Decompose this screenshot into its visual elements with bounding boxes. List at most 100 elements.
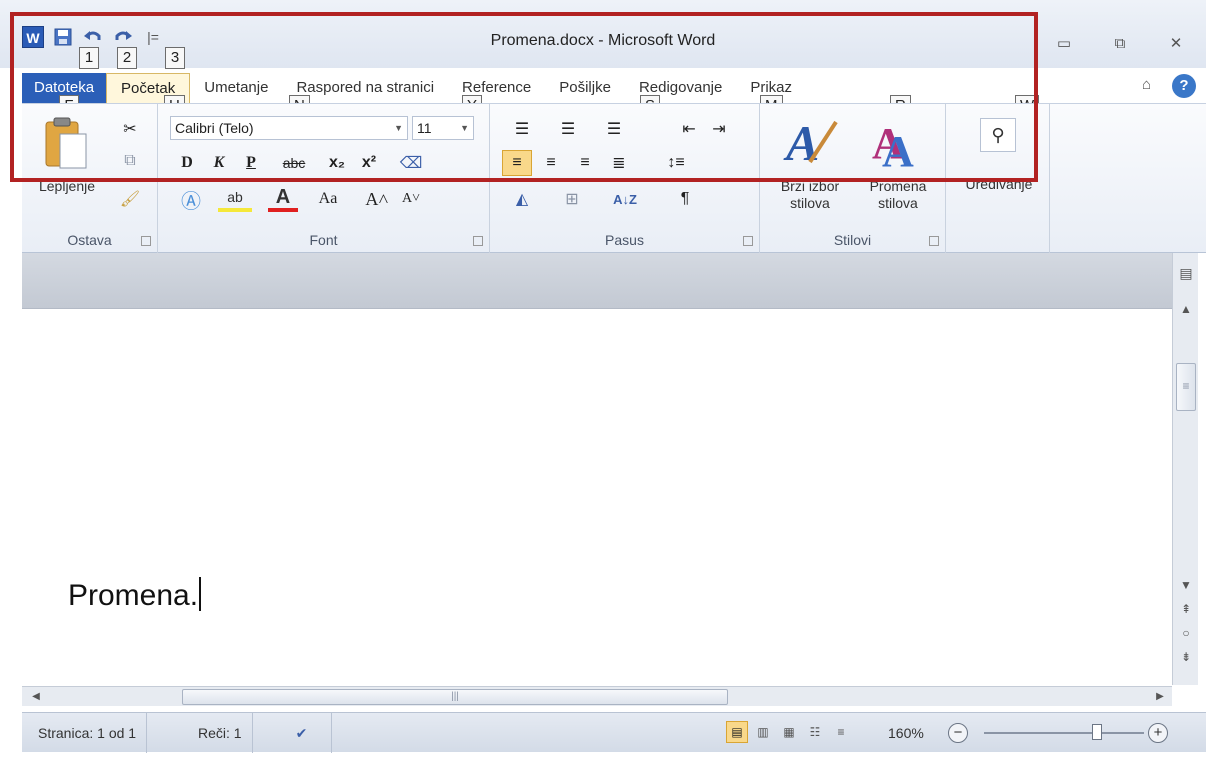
- page-count[interactable]: Stranica: 1 od 1: [28, 713, 148, 753]
- change-styles-label: Promena stilova: [869, 178, 927, 211]
- change-styles-button[interactable]: A A Promena stilova: [856, 110, 940, 222]
- vertical-scroll-thumb[interactable]: ≡: [1176, 363, 1196, 411]
- paste-icon: [45, 117, 87, 169]
- group-label-paragraph: Pasus: [605, 232, 644, 248]
- paste-label: Lepljenje: [38, 178, 96, 194]
- copy-icon[interactable]: ⧉: [118, 148, 142, 174]
- show-formatting-button[interactable]: ¶: [670, 186, 700, 212]
- group-styles: A Brzi izbor stilova A A Promena stilova…: [760, 104, 946, 254]
- horizontal-scroll-thumb[interactable]: |||: [182, 689, 728, 705]
- svg-text:A: A: [783, 115, 819, 171]
- scroll-right-icon[interactable]: ▶: [1150, 687, 1170, 707]
- full-screen-reading-view-icon[interactable]: ▥: [752, 721, 774, 743]
- minimize-button[interactable]: ▭: [1044, 32, 1084, 56]
- shading-icon[interactable]: ◭: [502, 186, 542, 212]
- align-center-button[interactable]: ≡: [536, 150, 566, 176]
- editing-label: Uređivanje: [965, 176, 1033, 192]
- scroll-down-icon[interactable]: ▼: [1173, 573, 1199, 597]
- close-button[interactable]: ✕: [1156, 32, 1196, 56]
- group-editing: ⚲ Uređivanje: [946, 104, 1050, 254]
- group-font: Calibri (Telo) ▼ 11 ▼ D K P abc x₂ x² ⌫ …: [158, 104, 490, 254]
- font-launcher-icon[interactable]: [473, 236, 483, 246]
- borders-icon[interactable]: ⊞: [552, 186, 592, 212]
- underline-button[interactable]: P: [238, 150, 264, 176]
- subscript-button[interactable]: x₂: [322, 150, 352, 176]
- numbering-icon[interactable]: ☰: [548, 116, 588, 142]
- change-styles-icon: A A: [872, 119, 914, 172]
- document-text[interactable]: Promena.: [68, 577, 202, 613]
- status-bar: Stranica: 1 od 1 Reči: 1 ✔ ▤ ▥ ▦ ☷ ≡ 160…: [22, 712, 1206, 753]
- view-ruler-icon[interactable]: ▤: [1173, 261, 1199, 285]
- line-spacing-icon[interactable]: ↕≡: [658, 150, 694, 176]
- paragraph-launcher-icon[interactable]: [743, 236, 753, 246]
- find-icon: ⚲: [980, 118, 1016, 152]
- quick-styles-button[interactable]: A Brzi izbor stilova: [766, 110, 854, 222]
- bullets-icon[interactable]: ☰: [502, 116, 542, 142]
- sort-icon[interactable]: A↓Z: [610, 186, 640, 212]
- quick-styles-label: Brzi izbor stilova: [780, 178, 840, 211]
- quick-styles-icon: A: [783, 115, 838, 171]
- italic-button[interactable]: K: [206, 150, 232, 176]
- decrease-indent-icon[interactable]: ⇤: [674, 116, 704, 142]
- previous-page-icon[interactable]: ⇞: [1173, 597, 1199, 621]
- group-label-clipboard: Ostava: [67, 232, 112, 248]
- styles-launcher-icon[interactable]: [929, 236, 939, 246]
- increase-indent-icon[interactable]: ⇥: [704, 116, 734, 142]
- clipboard-launcher-icon[interactable]: [141, 236, 151, 246]
- tab-insert[interactable]: Umetanje: [190, 73, 282, 103]
- group-clipboard: Lepljenje ✂ ⧉ 🖌 Ostava: [22, 104, 158, 254]
- zoom-slider[interactable]: [984, 724, 1144, 740]
- tab-mailings[interactable]: Pošiljke: [545, 73, 625, 103]
- text-effects-icon[interactable]: Ⓐ: [174, 186, 208, 213]
- superscript-button[interactable]: x²: [354, 150, 384, 176]
- strikethrough-button[interactable]: abc: [272, 150, 316, 176]
- change-case-button[interactable]: Aa: [308, 186, 348, 212]
- horizontal-scrollbar[interactable]: ◀ ||| ▶: [22, 686, 1172, 706]
- paste-button[interactable]: Lepljenje: [39, 114, 95, 210]
- restore-button[interactable]: ⧉: [1100, 32, 1140, 56]
- format-painter-icon[interactable]: 🖌: [118, 186, 142, 212]
- keytip-qat-2: 2: [117, 47, 137, 69]
- scroll-up-icon[interactable]: ▲: [1173, 297, 1199, 321]
- web-layout-view-icon[interactable]: ▦: [778, 721, 800, 743]
- proofing-icon[interactable]: ✔: [272, 713, 332, 753]
- vertical-scrollbar[interactable]: ▤ ▲ ≡ ▼ ⇞ ○ ⇟: [1172, 253, 1198, 685]
- print-layout-view-icon[interactable]: ▤: [726, 721, 748, 743]
- next-page-icon[interactable]: ⇟: [1173, 645, 1199, 669]
- align-right-button[interactable]: ≡: [570, 150, 600, 176]
- zoom-slider-knob[interactable]: [1092, 724, 1102, 740]
- minimize-ribbon-icon[interactable]: ⌂: [1142, 76, 1151, 93]
- multilevel-list-icon[interactable]: ☰: [594, 116, 634, 142]
- cut-icon[interactable]: ✂: [118, 116, 142, 142]
- justify-button[interactable]: ≣: [604, 150, 634, 176]
- highlight-color-icon[interactable]: ab: [218, 186, 252, 212]
- svg-text:A: A: [882, 127, 914, 172]
- font-name-combo[interactable]: Calibri (Telo) ▼: [170, 116, 408, 140]
- bold-button[interactable]: D: [174, 150, 200, 176]
- grow-font-button[interactable]: A˄: [362, 186, 392, 212]
- zoom-level[interactable]: 160%: [878, 713, 934, 753]
- shrink-font-button[interactable]: A˅: [396, 186, 426, 212]
- font-color-icon[interactable]: A: [268, 186, 298, 212]
- chevron-down-icon: ▼: [394, 123, 403, 133]
- keytip-qat-3: 3: [165, 47, 185, 69]
- ribbon: Lepljenje ✂ ⧉ 🖌 Ostava Calibri (Telo) ▼ …: [22, 103, 1206, 254]
- ribbon-tabs: Datoteka Početak Umetanje Raspored na st…: [22, 73, 806, 103]
- help-icon[interactable]: ?: [1172, 74, 1196, 98]
- group-paragraph: ☰ ☰ ☰ ⇤ ⇥ ≡ ≡ ≡ ≣ ↕≡ ◭ ⊞ A↓Z ¶ Pasus: [490, 104, 760, 254]
- align-left-button[interactable]: ≡: [502, 150, 532, 176]
- word-count[interactable]: Reči: 1: [188, 713, 253, 753]
- group-label-font: Font: [309, 232, 338, 248]
- scroll-left-icon[interactable]: ◀: [26, 687, 46, 707]
- document-page[interactable]: Promena.: [22, 309, 1172, 686]
- font-size-value: 11: [417, 120, 432, 136]
- font-size-combo[interactable]: 11 ▼: [412, 116, 474, 140]
- font-name-value: Calibri (Telo): [175, 120, 254, 136]
- browse-object-icon[interactable]: ○: [1173, 621, 1199, 645]
- draft-view-icon[interactable]: ≡: [830, 721, 852, 743]
- clear-formatting-icon[interactable]: ⌫: [396, 150, 426, 176]
- zoom-out-icon[interactable]: −: [948, 723, 968, 743]
- editing-button[interactable]: ⚲ Uređivanje: [954, 110, 1044, 210]
- zoom-in-icon[interactable]: +: [1148, 723, 1168, 743]
- outline-view-icon[interactable]: ☷: [804, 721, 826, 743]
